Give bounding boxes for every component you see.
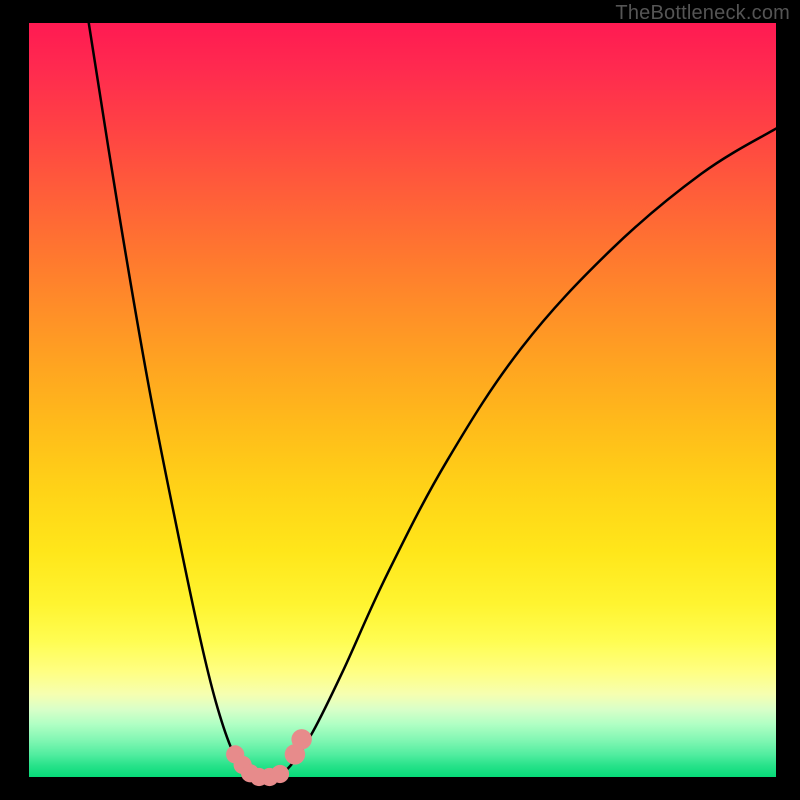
left-curve [89, 23, 261, 777]
marker-group [226, 729, 312, 786]
plot-area [29, 23, 776, 777]
highlight-marker [271, 765, 289, 783]
watermark-text: TheBottleneck.com [615, 2, 790, 25]
right-curve [276, 129, 776, 777]
chart-frame: TheBottleneck.com [0, 0, 800, 800]
highlight-marker [291, 729, 311, 749]
curves-layer [29, 23, 776, 777]
